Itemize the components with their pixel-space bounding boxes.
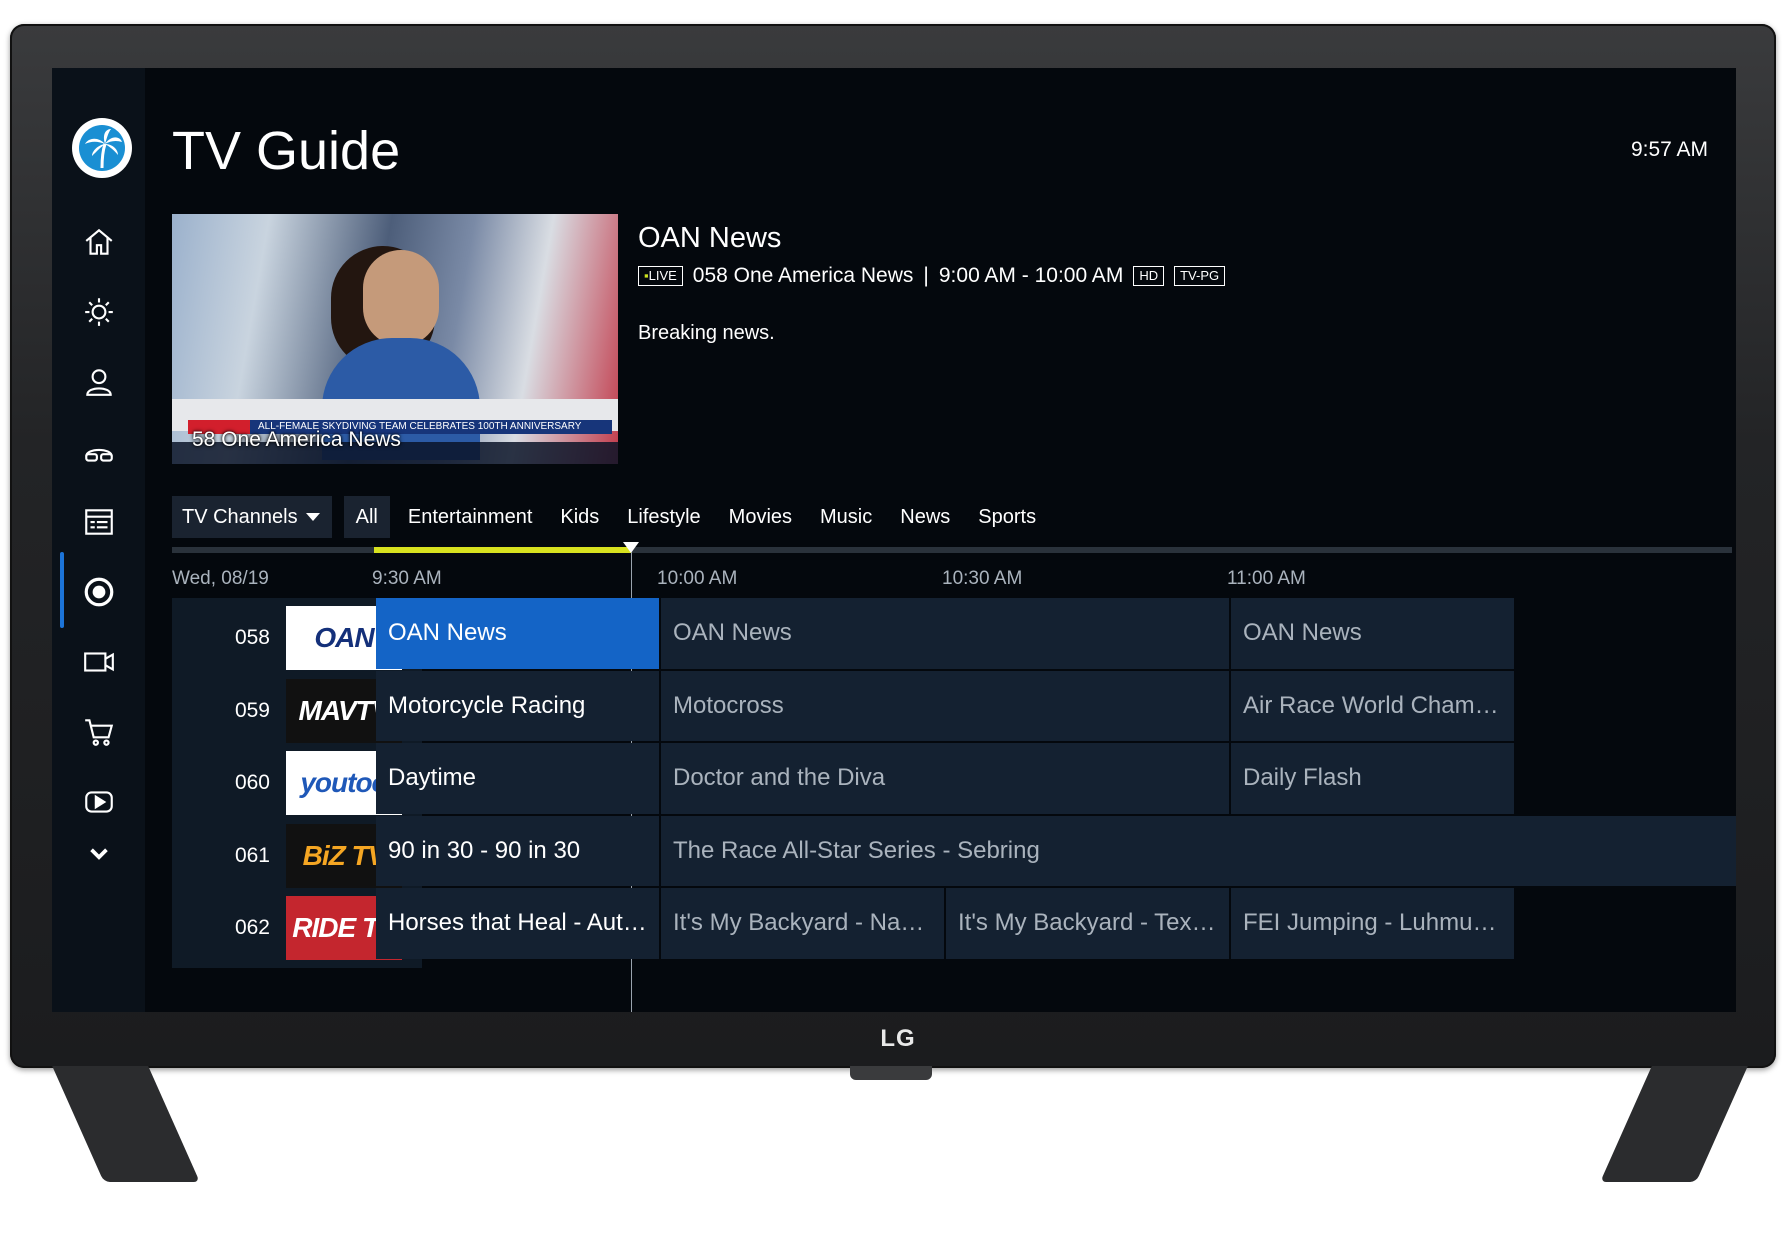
preview-caption: 58 One America News [192, 428, 401, 451]
program-title: OAN News [638, 222, 782, 254]
filter-chip-all[interactable]: All [343, 496, 390, 538]
sidebar-item-home[interactable] [74, 220, 124, 264]
sidebar-item-vr[interactable] [74, 430, 124, 474]
sidebar-more[interactable] [74, 832, 124, 876]
channel-number: 058 [234, 626, 270, 649]
caret-down-icon [305, 513, 320, 521]
filter-chip-lifestyle[interactable]: Lifestyle [613, 496, 714, 538]
program-cell[interactable]: Doctor and the Diva [661, 743, 1229, 814]
camera-icon [84, 652, 114, 672]
tv-stand-right [1600, 1066, 1748, 1182]
tv-screen: TV Guide 9:57 AM ALL-FEMALE SKYDIVING TE… [52, 68, 1736, 1012]
program-cell[interactable]: Air Race World Champion... [1231, 670, 1514, 741]
page-title: TV Guide [172, 121, 401, 181]
channel-row: 058 OAN OAN News OAN News OAN News [172, 598, 1732, 678]
tv-stand-left [52, 1066, 200, 1182]
channel-type-label: TV Channels [182, 505, 298, 528]
filter-chip-movies[interactable]: Movies [715, 496, 806, 538]
time-slot-label: 10:00 AM [657, 568, 738, 589]
filter-chip-kids[interactable]: Kids [546, 496, 613, 538]
sidebar-active-indicator [60, 552, 64, 628]
live-label: LIVE [648, 268, 677, 283]
program-cell[interactable]: OAN News [1231, 598, 1514, 669]
tv-chin [850, 1066, 932, 1080]
channel-number: 062 [234, 916, 270, 939]
timeline-date: Wed, 08/19 [172, 568, 269, 589]
program-cell[interactable]: It's My Backyard - Nashvil... [661, 888, 944, 959]
program-channel: 058 One America News [692, 264, 914, 287]
timeline-progress [374, 547, 631, 553]
sidebar-item-play[interactable] [74, 780, 124, 824]
hd-badge: HD [1133, 266, 1165, 286]
meta-separator: | [923, 264, 929, 287]
sidebar-item-profile[interactable] [74, 360, 124, 404]
filter-chip-entertainment[interactable]: Entertainment [394, 496, 547, 538]
program-cell[interactable]: FEI Jumping - Luhmuehle... [1231, 888, 1514, 959]
play-icon [85, 791, 113, 813]
channel-row: 061 BiZ TV 90 in 30 - 90 in 30 The Race All… [172, 815, 1736, 896]
sidebar-item-shop[interactable] [74, 710, 124, 754]
cart-icon [85, 719, 114, 746]
sun-icon [85, 298, 113, 326]
time-slot-label: 11:00 AM [1227, 568, 1306, 589]
program-meta: ▪LIVE 058 One America News | 9:00 AM - 1… [638, 264, 1226, 288]
live-badge: ▪LIVE [638, 266, 683, 286]
program-cell[interactable]: OAN News [661, 598, 1229, 669]
home-icon [85, 228, 113, 255]
program-description: Breaking news. [638, 322, 775, 344]
time-slot-label: 9:30 AM [372, 568, 442, 589]
rating-badge: TV-PG [1174, 266, 1226, 286]
program-cell[interactable]: The Race All-Star Series - Sebring [661, 815, 1736, 886]
program-cell[interactable]: OAN News [376, 598, 659, 669]
grid-list-icon [85, 509, 113, 535]
record-icon [84, 577, 114, 607]
program-cell[interactable]: Daytime [376, 743, 659, 814]
program-cell[interactable]: Daily Flash [1231, 743, 1514, 814]
program-cell[interactable]: Horses that Heal - Autum... [376, 888, 659, 959]
filter-chip-music[interactable]: Music [806, 496, 886, 538]
channel-row: 060 youtoo Daytime Doctor and the Diva Daily… [172, 743, 1732, 823]
filter-bar: TV Channels All Entertainment Kids Lifestyl… [172, 496, 1050, 538]
clock: 9:57 AM [1630, 138, 1708, 161]
channel-number: 059 [234, 698, 270, 722]
program-cell[interactable]: Motocross [661, 670, 1229, 741]
headset-icon [85, 448, 113, 462]
sidebar-item-video[interactable] [74, 640, 124, 684]
channel-number: 060 [234, 771, 270, 794]
filter-chip-sports[interactable]: Sports [964, 496, 1050, 538]
sidebar [52, 68, 145, 1012]
tv-brand-logo: LG [880, 1025, 916, 1052]
time-slot-label: 10:30 AM [942, 568, 1023, 589]
anchor-figure-head [363, 250, 439, 346]
live-preview[interactable]: ALL-FEMALE SKYDIVING TEAM CELEBRATES 100… [172, 214, 618, 464]
person-icon [86, 369, 112, 396]
palm-tree-icon [79, 125, 125, 171]
channel-row: 062 RIDE TV Horses that Heal - Autum... It'… [172, 888, 1732, 968]
chevron-down-icon [90, 848, 108, 860]
sidebar-item-brightness[interactable] [74, 290, 124, 334]
sidebar-item-guide[interactable] [74, 500, 124, 544]
program-cell[interactable]: It's My Backyard - Texas R... [946, 888, 1229, 959]
filter-chip-news[interactable]: News [886, 496, 964, 538]
program-time: 9:00 AM - 10:00 AM [938, 264, 1124, 287]
channel-row: 059 MAVTV Motorcycle Racing Motocross Air Ra… [172, 670, 1732, 751]
program-cell[interactable]: 90 in 30 - 90 in 30 [376, 815, 659, 886]
app-logo [72, 118, 132, 178]
channel-type-dropdown[interactable]: TV Channels [172, 496, 332, 538]
program-cell[interactable]: Motorcycle Racing [376, 670, 659, 741]
sidebar-item-record[interactable] [74, 570, 124, 614]
channel-number: 061 [234, 843, 270, 867]
